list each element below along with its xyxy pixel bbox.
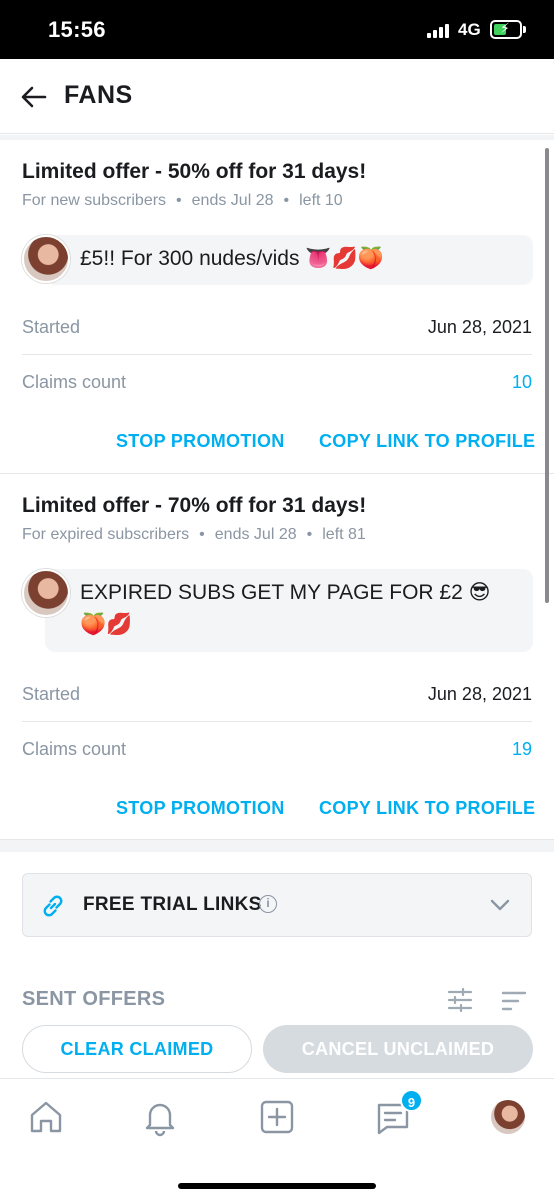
promotion-title: Limited offer - 70% off for 31 days! xyxy=(22,494,367,517)
sort-icon[interactable] xyxy=(500,988,528,1014)
promotion-left: left 10 xyxy=(299,192,343,209)
chevron-down-icon xyxy=(490,899,510,911)
promotion-card: Limited offer - 70% off for 31 days! For… xyxy=(0,474,554,840)
started-label: Started xyxy=(22,317,81,337)
promotion-meta: For expired subscribers • ends Jul 28 • left… xyxy=(22,526,366,543)
avatar xyxy=(22,569,70,617)
started-value: Jun 28, 2021 xyxy=(427,317,532,337)
promotion-ends: ends Jul 28 xyxy=(191,192,274,209)
info-icon[interactable]: i xyxy=(259,895,277,913)
status-time: 15:56 xyxy=(48,17,106,42)
link-icon xyxy=(43,895,63,917)
copy-link-button[interactable]: COPY LINK TO PROFILE xyxy=(319,798,535,819)
battery-icon: ⚡ xyxy=(490,20,526,39)
bottom-nav: 9 xyxy=(0,1078,554,1200)
filter-sliders-icon[interactable] xyxy=(446,986,474,1014)
promotion-meta: For new subscribers • ends Jul 28 • left 10 xyxy=(22,192,343,209)
promotion-card: Limited offer - 50% off for 31 days! For… xyxy=(0,140,554,474)
promotion-audience: For expired subscribers xyxy=(22,526,190,543)
promotion-ends: ends Jul 28 xyxy=(214,526,297,543)
stop-promotion-button[interactable]: STOP PROMOTION xyxy=(116,431,285,452)
page-title: FANS xyxy=(64,81,133,109)
signal-icon xyxy=(427,24,451,38)
add-post-icon[interactable] xyxy=(257,1097,297,1137)
started-row: Started Jun 28, 2021 xyxy=(22,668,532,722)
clear-claimed-button[interactable]: CLEAR CLAIMED xyxy=(22,1025,252,1073)
profile-avatar[interactable] xyxy=(491,1100,525,1134)
free-trial-links-toggle[interactable]: FREE TRIAL LINKS i xyxy=(22,873,532,937)
promotion-message: EXPIRED SUBS GET MY PAGE FOR £2 😎🍑💋 xyxy=(45,569,533,652)
status-bar: 15:56 4G ⚡ xyxy=(0,0,554,59)
free-trial-links-label: FREE TRIAL LINKS xyxy=(83,894,262,915)
promotion-audience: For new subscribers xyxy=(22,192,167,209)
back-arrow-icon[interactable] xyxy=(18,81,50,113)
started-value: Jun 28, 2021 xyxy=(427,684,532,704)
cancel-unclaimed-button[interactable]: CANCEL UNCLAIMED xyxy=(263,1025,533,1073)
section-gap xyxy=(0,840,554,852)
scrollbar[interactable] xyxy=(545,148,549,603)
claims-value[interactable]: 19 xyxy=(512,739,532,760)
started-label: Started xyxy=(22,684,81,704)
claims-value[interactable]: 10 xyxy=(512,372,532,393)
claims-row: Claims count 19 xyxy=(22,723,532,777)
started-row: Started Jun 28, 2021 xyxy=(22,301,532,355)
promotion-message: £5!! For 300 nudes/vids 👅💋🍑 xyxy=(45,235,533,285)
home-indicator xyxy=(178,1183,376,1189)
copy-link-button[interactable]: COPY LINK TO PROFILE xyxy=(319,431,535,452)
claims-row: Claims count 10 xyxy=(22,356,532,410)
claims-label: Claims count xyxy=(22,739,127,759)
network-type: 4G xyxy=(458,20,481,39)
page-header: FANS xyxy=(0,59,554,134)
promotion-left: left 81 xyxy=(322,526,366,543)
promotion-title: Limited offer - 50% off for 31 days! xyxy=(22,160,367,183)
messages-badge: 9 xyxy=(400,1089,423,1112)
stop-promotion-button[interactable]: STOP PROMOTION xyxy=(116,798,285,819)
home-icon[interactable] xyxy=(26,1097,66,1137)
sent-offers-title: SENT OFFERS xyxy=(22,988,166,1010)
bell-icon[interactable] xyxy=(140,1097,180,1137)
claims-label: Claims count xyxy=(22,372,127,392)
avatar xyxy=(22,235,70,283)
